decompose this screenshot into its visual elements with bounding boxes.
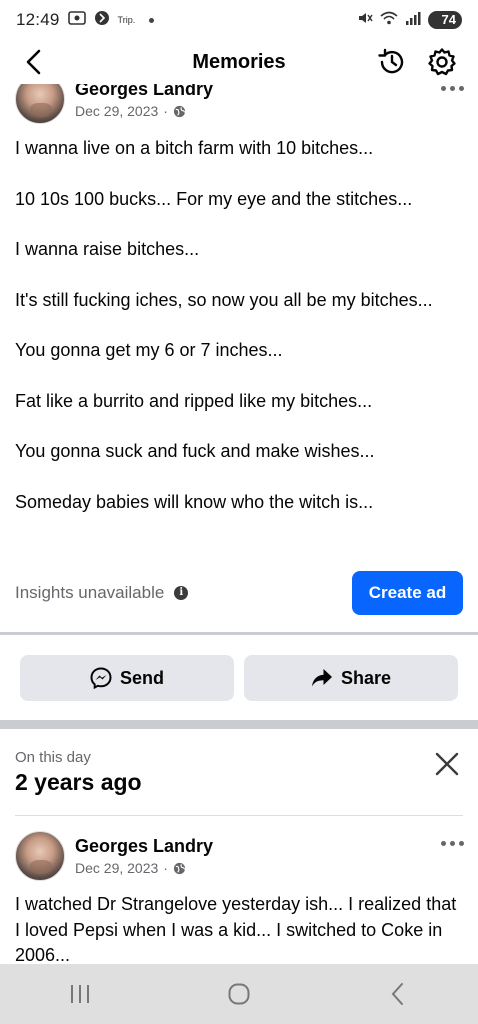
back-button[interactable] <box>18 46 50 78</box>
author-info: Georges Landry Dec 29, 2023 · <box>75 836 213 876</box>
post-line: 10 10s 100 bucks... For my eye and the s… <box>15 188 413 209</box>
post-line: Someday babies will know who the witch i… <box>15 491 374 512</box>
globe-icon <box>173 105 186 117</box>
back-arrow-icon <box>26 49 41 75</box>
insights-label: Insights unavailable <box>15 583 165 602</box>
info-icon[interactable]: i <box>174 586 189 600</box>
mute-icon <box>357 10 373 31</box>
on-this-day-label: On this day <box>15 749 91 766</box>
post-meta: Dec 29, 2023 · <box>75 860 213 876</box>
on-this-day-title: 2 years ago <box>15 769 142 795</box>
share-button[interactable]: Share <box>244 655 458 701</box>
share-actions: Send Share <box>20 655 458 701</box>
recent-apps-icon <box>70 985 89 1003</box>
post-line: I wanna raise bitches... <box>15 239 200 259</box>
globe-icon <box>173 862 186 874</box>
post-line: I watched Dr Strangelove yesterday ish..… <box>15 894 457 964</box>
post-line: It's still fucking iches, so now you all… <box>15 289 433 310</box>
send-button[interactable]: Send <box>20 655 234 701</box>
avatar[interactable] <box>15 831 65 881</box>
more-dot <box>458 85 464 91</box>
more-dot <box>458 840 464 846</box>
author-name[interactable]: Georges Landry <box>75 836 213 857</box>
recent-apps-button[interactable] <box>50 974 110 1014</box>
insights-row: Insights unavailable i Create ad <box>15 571 463 615</box>
post-date[interactable]: Dec 29, 2023 <box>75 860 158 876</box>
post-text: I wanna live on a bitch farm with 10 bit… <box>15 136 465 515</box>
more-dot <box>440 840 446 846</box>
post-text: I watched Dr Strangelove yesterday ish..… <box>15 892 465 964</box>
system-back-button[interactable] <box>368 974 428 1014</box>
more-notifications-dot <box>149 17 155 23</box>
post-line: Fat like a burrito and ripped like my bi… <box>15 390 373 411</box>
history-button[interactable] <box>374 44 410 80</box>
home-icon <box>228 983 250 1005</box>
status-time: 12:49 <box>16 10 60 29</box>
status-right: 74 <box>357 10 462 31</box>
back-chevron-icon <box>391 983 404 1005</box>
more-dot <box>440 85 446 91</box>
post-more-button[interactable] <box>437 833 467 853</box>
insights-status: Insights unavailable i <box>15 583 189 603</box>
author-name[interactable]: Georges Landry <box>75 84 213 100</box>
signal-icon <box>405 10 421 31</box>
post-date[interactable]: Dec 29, 2023 <box>75 103 158 119</box>
section-divider <box>0 632 478 635</box>
close-icon <box>435 752 459 776</box>
status-left: 12:49 Trip. <box>16 10 155 31</box>
memories-feed[interactable]: Georges Landry Dec 29, 2023 · I wanna li… <box>0 84 478 964</box>
section-divider-thick <box>0 720 478 729</box>
post-author-row: Georges Landry Dec 29, 2023 · <box>15 84 213 124</box>
post-more-button[interactable] <box>437 84 467 98</box>
meta-separator: · <box>163 860 168 876</box>
post-line: You gonna suck and fuck and make wishes.… <box>15 441 375 461</box>
messenger-icon <box>90 667 112 689</box>
more-dot <box>449 85 455 91</box>
post-line: I wanna live on a bitch farm with 10 bit… <box>15 138 374 158</box>
post-line: You gonna get my 6 or 7 inches... <box>15 340 283 360</box>
more-dot <box>449 840 455 846</box>
avatar[interactable] <box>15 84 65 124</box>
gear-icon <box>428 48 456 76</box>
notification-text: Trip. <box>117 15 136 25</box>
app-header: Memories <box>0 40 478 84</box>
dismiss-button[interactable] <box>432 749 462 779</box>
app-notification-icon <box>94 10 110 31</box>
battery-indicator: 74 <box>427 11 462 29</box>
create-ad-button[interactable]: Create ad <box>352 571 463 615</box>
system-nav-bar <box>0 964 478 1024</box>
send-label: Send <box>119 667 164 688</box>
page-title: Memories <box>192 50 286 73</box>
wifi-icon <box>380 10 398 31</box>
divider <box>15 815 463 816</box>
home-button[interactable] <box>209 974 269 1014</box>
post-author-row: Georges Landry Dec 29, 2023 · <box>15 831 213 881</box>
share-arrow-icon <box>311 669 332 687</box>
share-label: Share <box>340 667 392 688</box>
history-icon <box>378 48 404 74</box>
post-meta: Dec 29, 2023 · <box>75 103 213 119</box>
screenshot-icon <box>67 10 86 31</box>
battery-level: 74 <box>441 12 456 27</box>
author-info: Georges Landry Dec 29, 2023 · <box>75 84 213 119</box>
settings-button[interactable] <box>424 44 460 80</box>
meta-separator: · <box>163 103 168 119</box>
status-bar: 12:49 Trip. 74 <box>0 0 478 40</box>
